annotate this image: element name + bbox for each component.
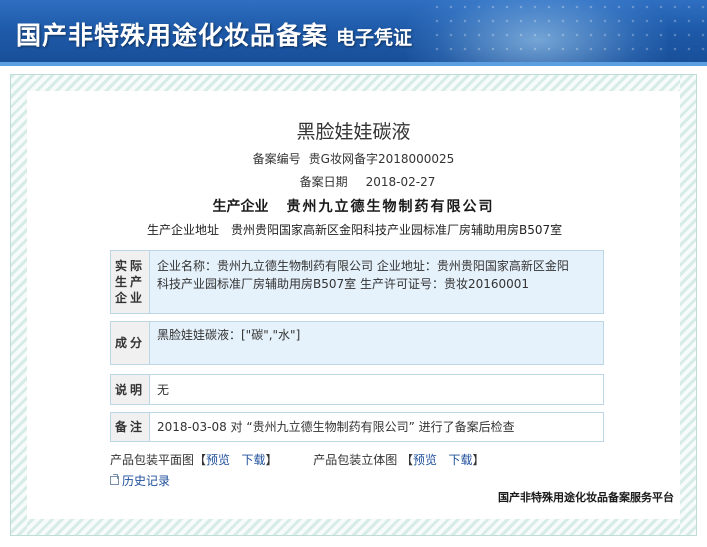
frame-border-left [11,75,27,535]
description-value: 无 [157,382,170,397]
manufacturer-row: 生产企业 贵州九立德生物制药有限公司 [0,196,707,216]
frame-border-bottom [11,519,696,535]
actual-maker-label-line2: 生产 [114,275,145,289]
manufacturer-address-label: 生产企业地址 [147,223,220,237]
banner-bottom-line [0,62,707,66]
manufacturer-address-row: 生产企业地址 贵州贵阳国家高新区金阳科技产业园标准厂房辅助用房B507室 [147,221,562,238]
solid-preview-link[interactable]: 预览 [413,453,437,467]
flat-preview-link[interactable]: 预览 [206,453,230,467]
banner-title-text: 国产非特殊用途化妆品备案 [16,21,329,50]
manufacturer-label: 生产企业 [212,199,269,215]
frame-border-top [11,75,696,91]
actual-maker-box: 实际 生产 企业 企业名称：贵州九立德生物制药有限公司 企业地址：贵州贵阳国家高… [110,250,604,314]
actual-maker-content: 企业名称：贵州九立德生物制药有限公司 企业地址：贵州贵阳国家高新区金阳 科技产业… [157,251,597,313]
product-name: 黑脸娃娃碳液 [296,121,411,143]
ingredients-label: 成分 [111,322,150,364]
history-link[interactable]: 历史记录 [110,472,170,489]
actual-maker-label-line1: 实际 [114,259,145,273]
flat-download-link[interactable]: 下载 [242,453,266,467]
filing-date-label: 备案日期 [299,175,348,189]
packaging-links-row: 产品包装平面图【预览 下载】 产品包装立体图 【预览 下载】 [110,451,485,468]
solid-bracket-open: 【 [401,453,414,467]
ingredients-value: 黑脸娃娃碳液：["碳","水"] [157,328,301,342]
flat-bracket-close: 】 [265,453,278,467]
flat-package-label: 产品包装平面图 [110,453,195,467]
flat-bracket-open: 【 [194,453,207,467]
solid-bracket-close: 】 [472,453,485,467]
actual-maker-label-line3: 企业 [114,291,145,305]
manufacturer-address-value: 贵州贵阳国家高新区金阳科技产业园标准厂房辅助用房B507室 [231,223,563,237]
filing-number-label: 备案编号 [252,152,301,166]
description-label: 说明 [111,375,150,404]
solid-download-link[interactable]: 下载 [449,453,473,467]
banner-title: 国产非特殊用途化妆品备案 电子凭证 [16,16,412,52]
platform-name: 国产非特殊用途化妆品备案服务平台 [498,491,674,504]
header-banner: 国产非特殊用途化妆品备案 电子凭证 [0,0,707,66]
ingredients-box: 成分 黑脸娃娃碳液：["碳","水"] [110,321,604,365]
history-label[interactable]: 历史记录 [122,472,170,489]
filing-number-value: 贵G妆网备字2018000025 [308,152,455,166]
description-box: 说明 无 [110,374,604,405]
filing-date-value: 2018-02-27 [365,175,436,189]
manufacturer-name: 贵州九立德生物制药有限公司 [286,199,495,215]
filing-date-row: 备案日期 2018-02-27 [0,173,707,190]
actual-maker-line1: 企业名称：贵州九立德生物制药有限公司 企业地址：贵州贵阳国家高新区金阳 [157,259,569,273]
remark-box: 备注 2018-03-08 对 “贵州九立德生物制药有限公司” 进行了备案后检查 [110,412,604,442]
remark-label: 备注 [111,413,150,441]
banner-subtitle: 电子凭证 [336,27,413,49]
external-link-icon [110,474,119,485]
remark-value: 2018-03-08 对 “贵州九立德生物制药有限公司” 进行了备案后检查 [157,420,515,434]
actual-maker-line2: 科技产业园标准厂房辅助用房B507室 生产许可证号：贵妆20160001 [157,277,530,291]
actual-maker-label: 实际 生产 企业 [111,251,150,313]
banner-pattern [430,0,707,66]
filing-number-row: 备案编号 贵G妆网备字2018000025 [0,150,707,167]
frame-border-right [680,75,696,535]
solid-package-label: 产品包装立体图 [313,453,398,467]
